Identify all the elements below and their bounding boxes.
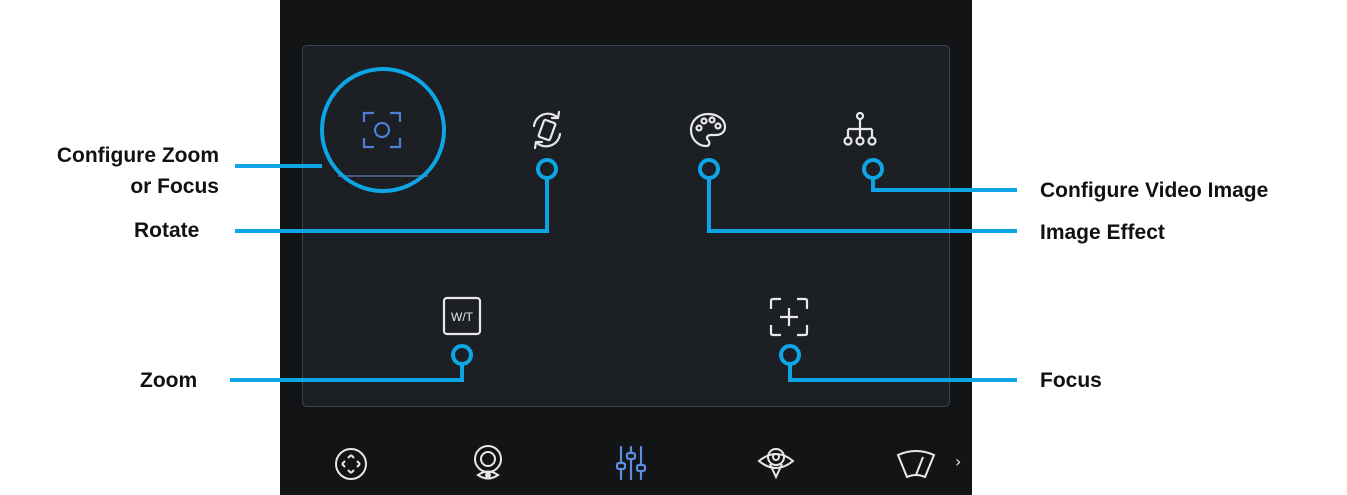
callout-configure-zoom-focus: Configure Zoom or Focus [57,140,219,202]
callout-configure-zoom-focus-line2: or Focus [130,175,219,198]
callout-zoom: Zoom [140,369,198,392]
callout-focus: Focus [1040,369,1102,392]
callout-lines [230,67,1017,382]
callout-configure-video-image: Configure Video Image [1040,179,1269,202]
callout-image-effect: Image Effect [1040,221,1165,244]
callout-rotate: Rotate [134,219,200,242]
callout-configure-zoom-focus-line1: Configure Zoom [56,144,219,167]
